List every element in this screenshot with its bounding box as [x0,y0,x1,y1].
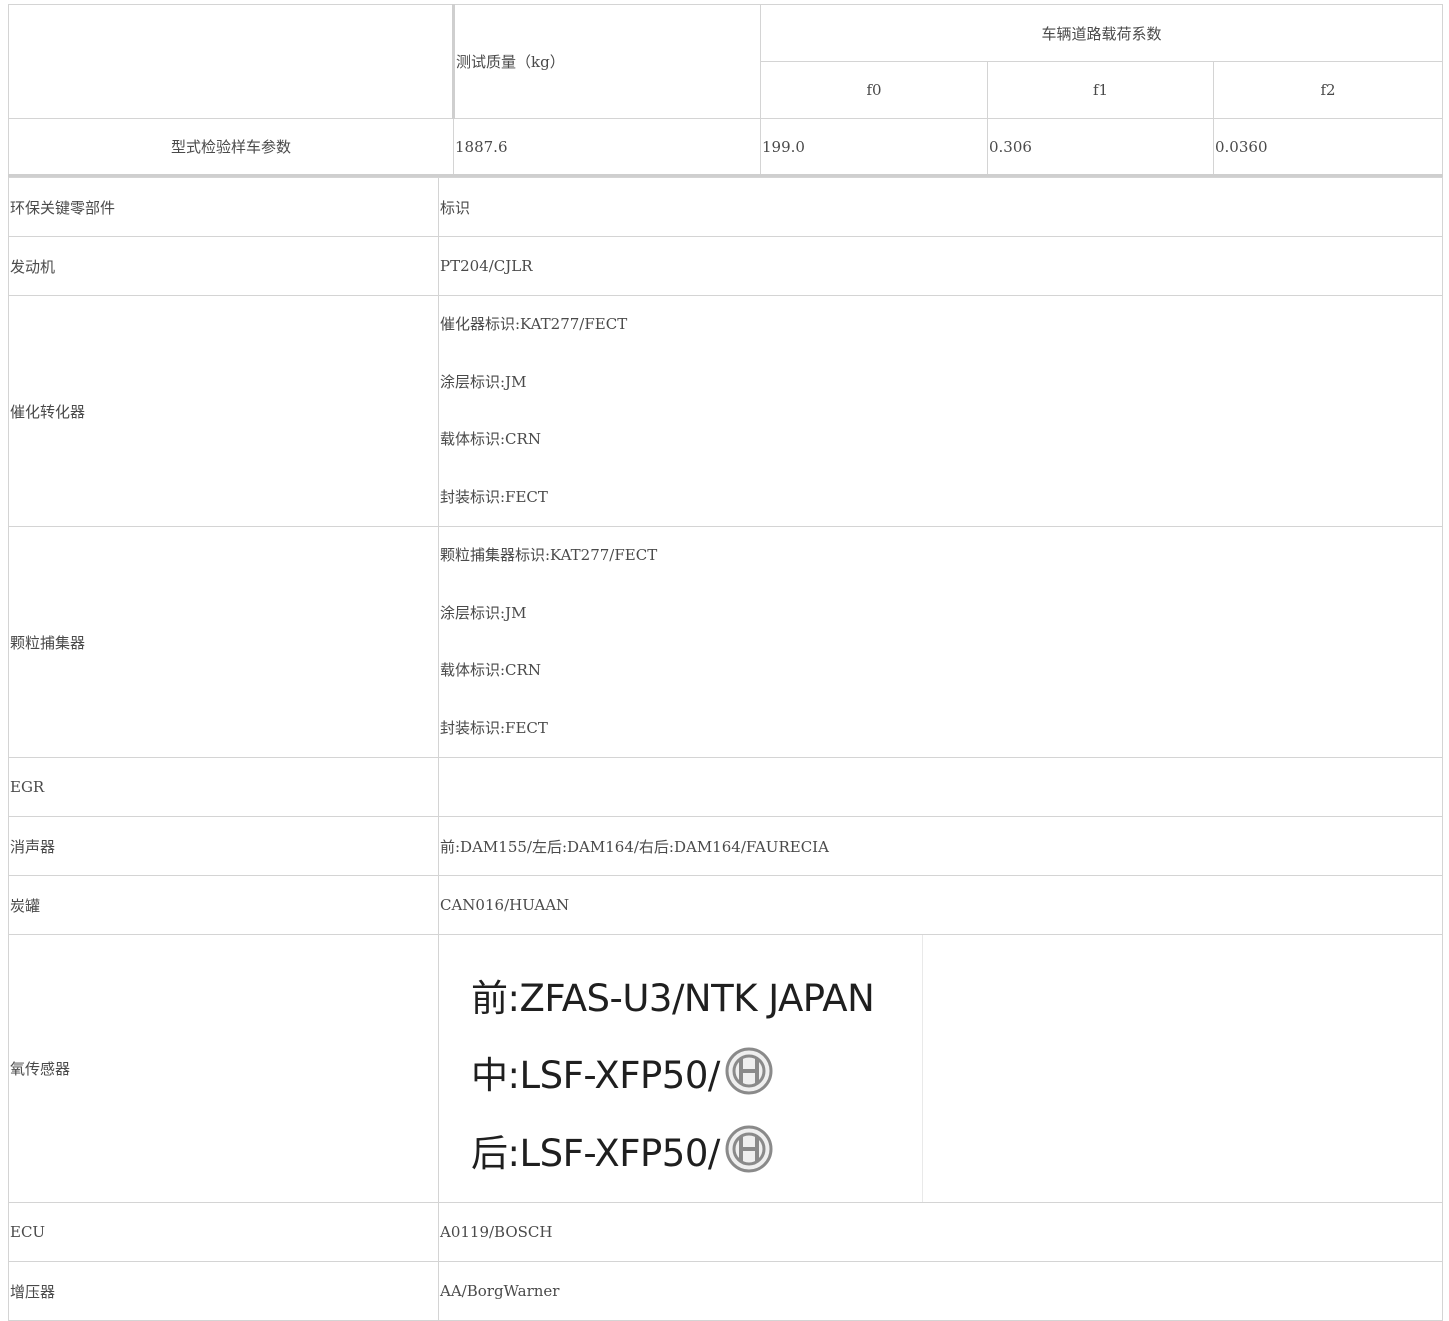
coefficient-f2-header: f2 [1212,61,1444,119]
table-row: 增压器 AA/BorgWarner [8,1261,1443,1321]
table-row: 颗粒捕集器 颗粒捕集器标识:KAT277/FECT 涂层标识:JM 载体标识:C… [8,526,1443,758]
middle-sensor-line: 中:LSF-XFP50/ [471,1045,774,1105]
filter-canning-line: 封装标识:FECT [440,718,548,737]
type-inspection-label: 型式检验样车参数 [8,118,454,177]
catalyst-coating-line: 涂层标识:JM [440,372,527,391]
rear-sensor-line: 后:LSF-XFP50/ [471,1123,774,1183]
ecu-value: A0119/BOSCH [438,1202,1443,1262]
table-row: 环保关键零部件 标识 [8,177,1443,237]
parts-header-label: 环保关键零部件 [8,177,439,237]
f2-value: 0.0360 [1212,118,1444,177]
empty-header-cell [8,4,455,119]
catalyst-canning-line: 封装标识:FECT [440,487,548,506]
catalyst-substrate-line: 载体标识:CRN [440,430,541,448]
muffler-label: 消声器 [8,816,439,876]
road-load-table: 测试质量（kg） 车辆道路载荷系数 f0 f1 f2 型式检验样车参数 1887… [8,4,1444,177]
catalyst-value: 催化器标识:KAT277/FECT 涂层标识:JM 载体标识:CRN 封装标识:… [438,295,1443,527]
oxygen-sensor-value: 前:ZFAS-U3/NTK JAPAN 中:LSF-XFP50/ 后:LSF-X… [438,934,1443,1203]
rear-sensor-text: 后:LSF-XFP50/ [471,1132,720,1175]
table-row: 催化转化器 催化器标识:KAT277/FECT 涂层标识:JM 载体标识:CRN… [8,295,1443,527]
table-row: 氧传感器 前:ZFAS-U3/NTK JAPAN 中:LSF-XFP50/ 后:… [8,934,1443,1203]
canister-label: 炭罐 [8,875,439,935]
table-row: 炭罐 CAN016/HUAAN [8,875,1443,935]
canister-value: CAN016/HUAAN [438,875,1443,935]
ecu-label: ECU [8,1202,439,1262]
engine-label: 发动机 [8,236,439,296]
egr-label: EGR [8,757,439,817]
f0-value: 199.0 [760,118,988,177]
bosch-logo-icon [724,1046,774,1105]
particulate-filter-value: 颗粒捕集器标识:KAT277/FECT 涂层标识:JM 载体标识:CRN 封装标… [438,526,1443,758]
oxygen-sensor-label: 氧传感器 [8,934,439,1203]
mark-header-label: 标识 [438,177,1443,237]
table-row: 发动机 PT204/CJLR [8,236,1443,296]
middle-sensor-text: 中:LSF-XFP50/ [471,1054,720,1097]
filter-coating-line: 涂层标识:JM [440,603,527,622]
egr-value [438,757,1443,817]
table-row: EGR [8,757,1443,817]
turbocharger-value: AA/BorgWarner [438,1261,1443,1321]
filter-mark-line: 颗粒捕集器标识:KAT277/FECT [440,546,658,564]
oxygen-sensor-image: 前:ZFAS-U3/NTK JAPAN 中:LSF-XFP50/ 后:LSF-X… [439,935,923,1202]
table-row: 消声器 前:DAM155/左后:DAM164/右后:DAM164/FAURECI… [8,816,1443,876]
front-sensor-line: 前:ZFAS-U3/NTK JAPAN [471,977,875,1020]
key-parts-table: 环保关键零部件 标识 发动机 PT204/CJLR 催化转化器 催化器标识:KA… [8,177,1443,1321]
filter-substrate-line: 载体标识:CRN [440,661,541,679]
muffler-value: 前:DAM155/左后:DAM164/右后:DAM164/FAURECIA [438,816,1443,876]
catalyst-label: 催化转化器 [8,295,439,527]
table-row: ECU A0119/BOSCH [8,1202,1443,1262]
particulate-filter-label: 颗粒捕集器 [8,526,439,758]
test-mass-value: 1887.6 [453,118,761,177]
f1-value: 0.306 [987,118,1214,177]
coefficient-f0-header: f0 [760,61,988,119]
engine-value: PT204/CJLR [438,236,1443,296]
turbocharger-label: 增压器 [8,1261,439,1321]
bosch-logo-icon [724,1124,774,1183]
coefficient-f1-header: f1 [987,61,1214,119]
test-mass-header: 测试质量（kg） [453,4,761,119]
road-load-header: 车辆道路载荷系数 [759,4,1444,62]
catalyst-mark-line: 催化器标识:KAT277/FECT [440,315,628,333]
